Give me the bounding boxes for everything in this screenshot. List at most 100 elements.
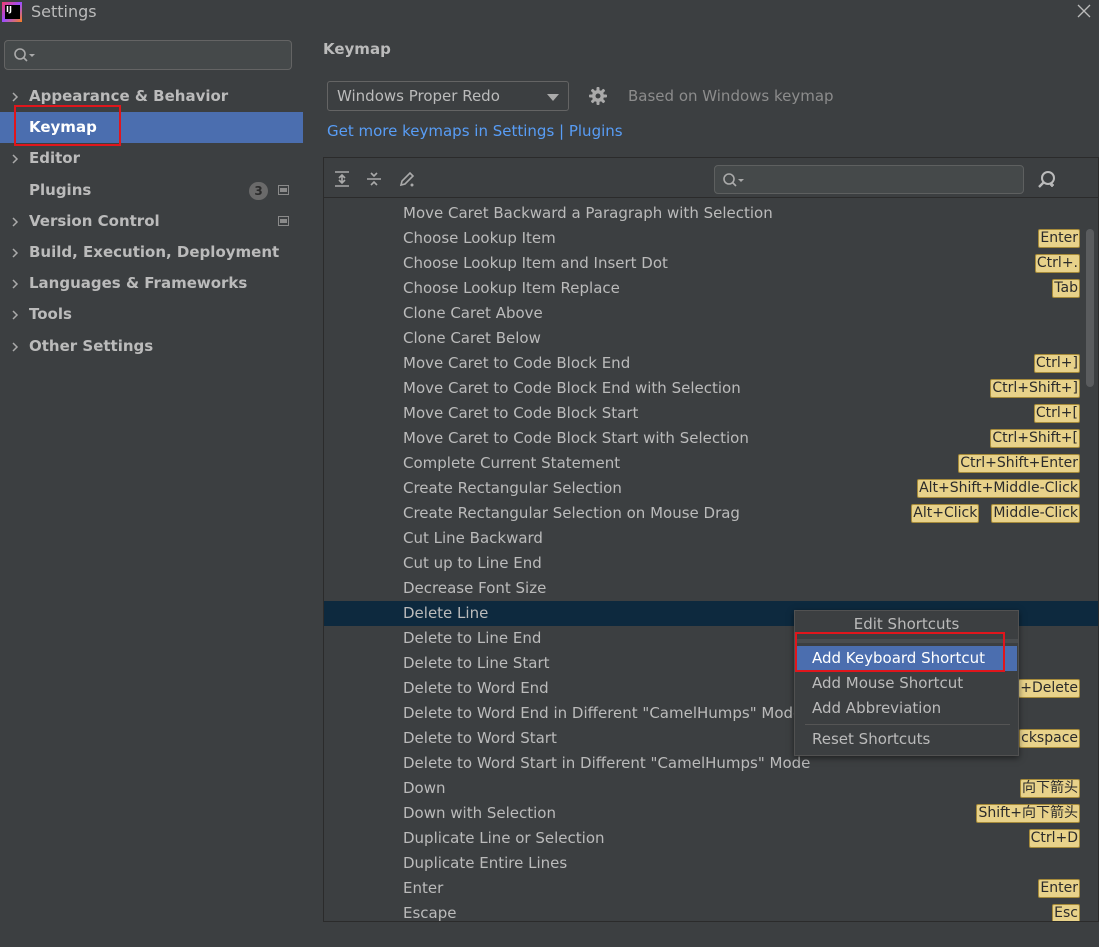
chevron-right-icon[interactable] <box>10 341 20 353</box>
table-row[interactable]: Clone Caret Below <box>324 326 1098 351</box>
sidebar-item-plugins[interactable]: Plugins 3 <box>0 175 303 206</box>
shortcut-list: Alt+Shift+Middle-Click <box>917 479 1080 498</box>
close-icon[interactable] <box>1073 0 1095 22</box>
chevron-right-icon[interactable] <box>10 91 20 103</box>
action-name: Move Caret to Code Block End with Select… <box>403 379 741 397</box>
collapse-all-icon[interactable] <box>365 170 383 188</box>
chevron-right-icon[interactable] <box>10 278 20 290</box>
sidebar-item-build-execution-deployment[interactable]: Build, Execution, Deployment <box>0 237 303 268</box>
action-name: Cut Line Backward <box>403 529 543 547</box>
gear-icon[interactable] <box>588 86 608 106</box>
shortcut-badge: +Delete <box>1018 679 1080 698</box>
menu-item-add-keyboard-shortcut[interactable]: Add Keyboard Shortcut <box>796 646 1017 671</box>
action-name: Move Caret to Code Block Start with Sele… <box>403 429 749 447</box>
shortcut-list: Ctrl+[ <box>1033 404 1080 423</box>
table-row[interactable]: Duplicate Line or Selection Ctrl+D <box>324 826 1098 851</box>
get-more-keymaps-link[interactable]: Get more keymaps in Settings | Plugins <box>327 122 623 140</box>
shortcut-list: Ctrl+Shift+Enter <box>958 454 1080 473</box>
settings-search-input[interactable] <box>4 40 292 70</box>
sidebar-item-label: Build, Execution, Deployment <box>29 243 280 261</box>
shortcut-list: Ctrl+Shift+[ <box>990 429 1080 448</box>
table-row[interactable]: Decrease Font Size <box>324 576 1098 601</box>
action-name: Escape <box>403 904 457 921</box>
action-name: Move Caret Backward a Paragraph with Sel… <box>403 204 773 222</box>
menu-divider <box>795 639 1018 643</box>
shortcut-list: 向下箭头 <box>1020 779 1080 798</box>
table-row[interactable]: Move Caret to Code Block End with Select… <box>324 376 1098 401</box>
action-name: Choose Lookup Item <box>403 229 556 247</box>
sidebar-item-label: Appearance & Behavior <box>29 87 229 105</box>
sidebar-item-version-control[interactable]: Version Control <box>0 206 303 237</box>
sidebar-item-appearance-behavior[interactable]: Appearance & Behavior <box>0 81 303 112</box>
keymap-actions-panel: Escape Esc Enter Enter Duplicate Entire Line… <box>323 157 1099 922</box>
sidebar-item-languages-frameworks[interactable]: Languages & Frameworks <box>0 268 303 299</box>
menu-divider <box>805 724 1010 725</box>
chevron-right-icon[interactable] <box>10 247 20 259</box>
table-row[interactable]: Move Caret to Code Block Start with Sele… <box>324 426 1098 451</box>
table-row[interactable]: Duplicate Entire Lines <box>324 851 1098 876</box>
shortcut-list: ckspace <box>1019 729 1080 748</box>
shortcut-badge: Middle-Click <box>991 504 1080 523</box>
table-row[interactable]: Move Caret to Code Block Start Ctrl+[ <box>324 401 1098 426</box>
table-row[interactable]: Choose Lookup Item Enter <box>324 226 1098 251</box>
table-row[interactable]: Choose Lookup Item Replace Tab <box>324 276 1098 301</box>
keymap-dropdown-value: Windows Proper Redo <box>337 87 500 105</box>
shortcut-list: Alt+Click Middle-Click <box>911 504 1080 523</box>
table-row[interactable]: Escape Esc <box>324 901 1098 921</box>
table-row[interactable]: Enter Enter <box>324 876 1098 901</box>
sidebar-item-other-settings[interactable]: Other Settings <box>0 331 303 362</box>
table-row[interactable]: Move Caret Backward a Paragraph with Sel… <box>324 201 1098 226</box>
table-row[interactable]: Create Rectangular Selection on Mouse Dr… <box>324 501 1098 526</box>
table-row[interactable]: Move Caret to Code Block End Ctrl+] <box>324 351 1098 376</box>
expand-all-icon[interactable] <box>333 170 351 188</box>
shortcut-badge: Ctrl+] <box>1033 354 1080 373</box>
shortcut-badge: Ctrl+. <box>1034 254 1080 273</box>
action-name: Create Rectangular Selection <box>403 479 622 497</box>
action-filter-input[interactable] <box>714 165 1024 194</box>
table-row[interactable]: Clone Caret Above <box>324 301 1098 326</box>
action-name: Down with Selection <box>403 804 556 822</box>
edit-pencil-icon[interactable] <box>398 170 416 188</box>
sidebar-item-tools[interactable]: Tools <box>0 299 303 330</box>
action-name: Delete to Word Start in Different "Camel… <box>403 754 811 772</box>
action-name: Delete to Line Start <box>403 654 550 672</box>
table-row[interactable]: Complete Current Statement Ctrl+Shift+Ent… <box>324 451 1098 476</box>
table-row[interactable]: Cut Line Backward <box>324 526 1098 551</box>
action-name: Clone Caret Below <box>403 329 541 347</box>
sidebar-item-label: Version Control <box>29 212 160 230</box>
action-name: Delete to Word End in Different "CamelHu… <box>403 704 803 722</box>
shortcut-badge: ckspace <box>1019 729 1080 748</box>
table-row[interactable]: Down 向下箭头 <box>324 776 1098 801</box>
window-title: Settings <box>31 2 97 21</box>
vertical-scrollbar[interactable] <box>1086 229 1094 387</box>
keymap-dropdown[interactable]: Windows Proper Redo <box>327 81 569 111</box>
shortcut-badge: Ctrl+Shift+] <box>990 379 1080 398</box>
chevron-down-icon <box>547 94 559 101</box>
table-row[interactable]: Choose Lookup Item and Insert Dot Ctrl+. <box>324 251 1098 276</box>
sidebar-item-editor[interactable]: Editor <box>0 143 303 174</box>
table-row[interactable]: Cut up to Line End <box>324 551 1098 576</box>
shortcut-badge: Enter <box>1038 879 1080 898</box>
sidebar-item-keymap[interactable]: Keymap <box>0 112 303 143</box>
table-row[interactable]: Create Rectangular Selection Alt+Shift+Mi… <box>324 476 1098 501</box>
chevron-right-icon[interactable] <box>10 216 20 228</box>
based-on-label: Based on Windows keymap <box>628 87 834 105</box>
find-by-shortcut-icon[interactable] <box>1037 170 1057 190</box>
plugin-updates-badge: 3 <box>249 182 268 200</box>
chevron-right-icon[interactable] <box>10 309 20 321</box>
shortcut-badge: Tab <box>1052 279 1080 298</box>
shortcut-badge: Alt+Shift+Middle-Click <box>917 479 1080 498</box>
sidebar-item-label: Languages & Frameworks <box>29 274 248 292</box>
menu-item-add-abbreviation[interactable]: Add Abbreviation <box>796 696 1017 721</box>
action-name: Delete to Line End <box>403 629 542 647</box>
chevron-right-icon[interactable] <box>10 153 20 165</box>
shortcut-badge: Shift+向下箭头 <box>976 804 1080 823</box>
action-name: Enter <box>403 879 444 897</box>
action-name: Delete to Word End <box>403 679 549 697</box>
menu-item-reset-shortcuts[interactable]: Reset Shortcuts <box>796 727 1017 752</box>
shortcut-badge: Ctrl+Shift+[ <box>990 429 1080 448</box>
intellij-logo-icon <box>2 2 22 22</box>
menu-item-add-mouse-shortcut[interactable]: Add Mouse Shortcut <box>796 671 1017 696</box>
table-row[interactable]: Down with Selection Shift+向下箭头 <box>324 801 1098 826</box>
shortcut-list: Ctrl+. <box>1034 254 1080 273</box>
